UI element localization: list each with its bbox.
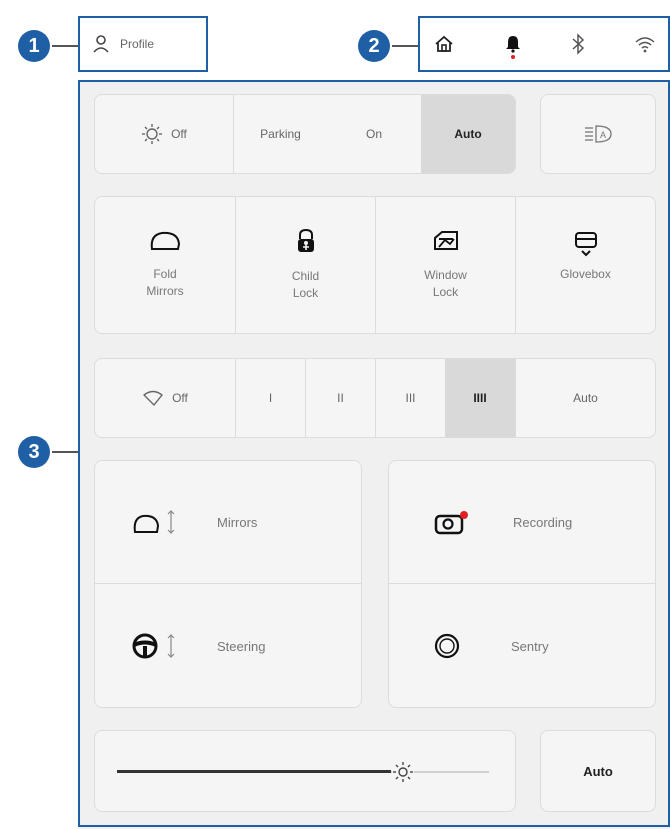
child-lock-button[interactable]: Child Lock [235, 197, 375, 333]
child-lock-label-line1: Child [291, 268, 320, 283]
wiper-speed-2-label: II [337, 391, 344, 405]
mirrors-adjust-label: Mirrors [217, 514, 258, 530]
window-lock-button[interactable]: Window Lock [375, 197, 515, 333]
wiper-segmented-control: Off I II III IIII Auto [94, 358, 656, 438]
sentry-label: Sentry [511, 638, 549, 654]
callout-badge-2: 2 [358, 30, 390, 62]
dashcam-icon [433, 509, 513, 535]
svg-text:A: A [600, 130, 606, 140]
quick-controls-card: Fold Mirrors Child Lock Window Lock Glov… [94, 196, 656, 334]
lights-off-button[interactable]: Off [95, 95, 233, 173]
camera-card: Recording Sentry [388, 460, 656, 708]
sentry-button[interactable]: Sentry [389, 585, 655, 707]
brightness-slider-thumb[interactable] [392, 761, 415, 783]
glovebox-button[interactable]: Glovebox [515, 197, 655, 333]
display-brightness-card [94, 730, 516, 812]
wifi-icon[interactable] [634, 35, 656, 53]
wiper-speed-4-label: IIII [473, 391, 487, 405]
wiper-speed-3-button[interactable]: III [375, 359, 445, 437]
wiper-speed-2-button[interactable]: II [305, 359, 375, 437]
wiper-speed-4-button[interactable]: IIII [445, 359, 515, 437]
lights-auto-button[interactable]: Auto [421, 95, 515, 173]
lights-parking-button[interactable]: Parking [233, 95, 327, 173]
display-auto-label: Auto [583, 763, 613, 779]
steering-adjust-label: Steering [217, 638, 266, 654]
glovebox-label-line2 [560, 283, 611, 300]
window-lock-label: Window Lock [424, 267, 467, 302]
child-lock-label-line2: Lock [292, 286, 319, 300]
wiper-speed-3-label: III [405, 391, 416, 405]
glovebox-label: Glovebox [560, 266, 611, 300]
window-lock-label-line2: Lock [432, 285, 459, 299]
recording-button[interactable]: Recording [389, 461, 655, 584]
light-bulb-icon [141, 123, 163, 145]
wiper-off-button[interactable]: Off [95, 359, 235, 437]
callout-connector-2 [392, 45, 418, 47]
mirror-adjust-icon [131, 508, 217, 536]
lights-off-label: Off [171, 127, 187, 141]
wiper-speed-1-button[interactable]: I [235, 359, 305, 437]
adjust-card: Mirrors Steering [94, 460, 362, 708]
wiper-speed-1-label: I [268, 391, 273, 405]
wiper-off-label: Off [172, 391, 188, 405]
window-lock-label-line1: Window [424, 267, 467, 282]
wiper-auto-label: Auto [573, 391, 598, 405]
display-auto-button[interactable]: Auto [540, 730, 656, 812]
fold-mirrors-label-line2: Mirrors [146, 284, 184, 298]
auto-high-beam-button[interactable]: A [540, 94, 656, 174]
fold-mirrors-label: Fold Mirrors [146, 266, 183, 301]
mirror-fold-icon [148, 230, 182, 252]
fold-mirrors-label-line1: Fold [153, 266, 177, 281]
profile-button[interactable]: Profile [92, 28, 202, 60]
callout-badge-3: 3 [18, 436, 50, 468]
recording-label: Recording [513, 514, 573, 530]
brightness-fill [117, 770, 392, 773]
lights-on-label: On [365, 127, 382, 141]
steering-wheel-icon [131, 632, 217, 660]
bell-icon[interactable] [504, 33, 522, 59]
controls-highlight [78, 80, 670, 827]
status-bar [420, 18, 670, 70]
mirrors-adjust-button[interactable]: Mirrors [95, 461, 361, 584]
glovebox-icon [573, 230, 599, 258]
child-lock-icon [295, 228, 317, 254]
callout-badge-1: 1 [18, 30, 50, 62]
child-lock-label: Child Lock [292, 268, 319, 303]
glovebox-label-line1: Glovebox [560, 266, 611, 281]
fold-mirrors-button[interactable]: Fold Mirrors [95, 197, 235, 333]
profile-icon [92, 34, 110, 54]
callout-connector-3 [52, 451, 78, 453]
profile-label: Profile [120, 37, 155, 51]
auto-high-beam-icon: A [583, 123, 613, 145]
lights-segmented-control: Off Parking On Auto [94, 94, 516, 174]
home-icon[interactable] [434, 34, 454, 54]
lights-parking-label: Parking [260, 127, 301, 141]
lights-on-button[interactable]: On [327, 95, 421, 173]
window-lock-icon [432, 229, 460, 253]
wiper-icon [142, 389, 164, 407]
callout-connector-1 [52, 45, 78, 47]
sentry-icon [433, 632, 511, 660]
bluetooth-icon[interactable] [570, 33, 586, 55]
steering-adjust-button[interactable]: Steering [95, 585, 361, 707]
lights-auto-label: Auto [454, 127, 482, 141]
wiper-auto-button[interactable]: Auto [515, 359, 655, 437]
